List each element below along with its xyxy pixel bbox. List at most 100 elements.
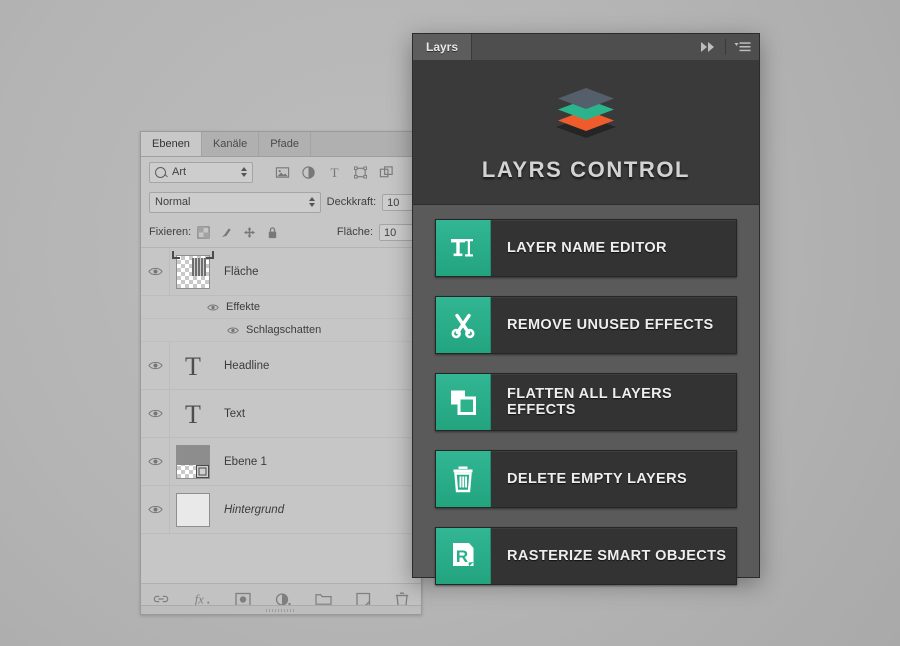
scissors-icon: [436, 297, 491, 353]
tab-pfade[interactable]: Pfade: [259, 132, 311, 156]
link-icon[interactable]: [153, 592, 169, 606]
layer-name: Text: [224, 407, 246, 420]
rasterize-page-icon: R: [436, 528, 491, 584]
tab-kanaele-label: Kanäle: [212, 138, 248, 150]
lock-all-icon[interactable]: [266, 226, 279, 239]
opacity-label: Deckkraft:: [326, 196, 377, 208]
blend-mode-select[interactable]: Normal: [149, 191, 321, 213]
layer-thumbnail: [172, 250, 214, 289]
trash-icon: [436, 451, 491, 507]
smart-object-badge-icon: [196, 464, 209, 478]
eye-icon[interactable]: [207, 303, 219, 312]
tab-bar-filler: [472, 34, 691, 60]
tab-layrs[interactable]: Layrs: [413, 34, 473, 60]
delete-empty-layers-button[interactable]: DELETE EMPTY LAYERS: [435, 450, 737, 508]
tab-ebenen-label: Ebenen: [152, 138, 190, 150]
double-chevron-right-icon: [701, 42, 714, 52]
layer-name: Ebene 1: [224, 455, 267, 468]
layrs-action-list: LAYER NAME EDITOR REMOVE UNUSED EFFECTS: [413, 205, 759, 585]
layer-thumbnail-cell: [169, 248, 216, 295]
lock-position-icon[interactable]: [243, 226, 256, 239]
photoshop-layers-panel: Ebenen Kanäle Pfade Art T Normal Deckkra…: [140, 131, 422, 615]
blend-mode-row: Normal Deckkraft: 10: [141, 187, 421, 217]
panel-menu-icon: [734, 42, 751, 52]
layer-list: Fläche Effekte Schlagschatten T Headline: [141, 248, 421, 534]
tab-ebenen[interactable]: Ebenen: [141, 132, 202, 156]
layer-thumbnail-cell: T: [169, 390, 216, 437]
table-row[interactable]: Fläche: [141, 248, 421, 296]
table-row[interactable]: T Text: [141, 390, 421, 438]
layer-thumbnail-cell: [169, 486, 216, 533]
fill-label: Fläche:: [336, 226, 373, 238]
layer-name: Hintergrund: [224, 503, 285, 516]
tab-bar-filler: [311, 132, 421, 156]
type-layer-icon: T: [185, 400, 201, 429]
eye-icon[interactable]: [141, 360, 169, 371]
screen: Ebenen Kanäle Pfade Art T Normal Deckkra…: [0, 0, 900, 646]
svg-text:R: R: [456, 547, 468, 566]
remove-unused-effects-label: REMOVE UNUSED EFFECTS: [507, 317, 714, 333]
lock-label: Fixieren:: [149, 226, 192, 238]
image-filter-icon[interactable]: [275, 165, 290, 180]
layer-effects-label: Effekte: [226, 301, 261, 313]
layer-thumbnail: [176, 492, 210, 527]
type-filter-icon[interactable]: T: [327, 165, 342, 180]
lock-icon-group: [197, 225, 279, 239]
filter-icon-group: T: [275, 165, 394, 180]
rasterize-smart-objects-label: RASTERIZE SMART OBJECTS: [507, 548, 727, 564]
layer-thumbnail: [176, 444, 210, 479]
eye-icon[interactable]: [141, 504, 169, 515]
tab-pfade-label: Pfade: [270, 138, 299, 150]
remove-unused-effects-button[interactable]: REMOVE UNUSED EFFECTS: [435, 296, 737, 354]
svg-text:T: T: [185, 352, 201, 381]
rasterize-smart-objects-button[interactable]: R RASTERIZE SMART OBJECTS: [435, 527, 737, 585]
eye-icon[interactable]: [141, 266, 169, 277]
layer-thumbnail-cell: T: [169, 342, 216, 389]
layer-name: Fläche: [224, 265, 259, 278]
lock-transparency-icon[interactable]: [197, 225, 210, 239]
layer-filter-row: Art T: [141, 157, 421, 187]
layrs-branding-header: LAYRS CONTROL: [413, 61, 759, 205]
lock-image-icon[interactable]: [220, 226, 233, 239]
layer-effect-item[interactable]: Schlagschatten: [141, 319, 421, 342]
table-row[interactable]: Hintergrund: [141, 486, 421, 534]
adjustment-filter-icon[interactable]: [301, 165, 316, 180]
shape-filter-icon[interactable]: [353, 165, 368, 180]
panel-resize-grip[interactable]: [141, 605, 421, 614]
flatten-squares-icon: [436, 374, 491, 430]
delete-empty-layers-label: DELETE EMPTY LAYERS: [507, 471, 688, 487]
layrs-control-panel: Layrs LAYRS CONTROL LAYER NAME EDITOR RE…: [412, 33, 760, 585]
layer-name-editor-button[interactable]: LAYER NAME EDITOR: [435, 219, 737, 277]
eye-icon[interactable]: [141, 456, 169, 467]
chevron-updown-icon[interactable]: [308, 197, 315, 207]
table-row[interactable]: Ebene 1: [141, 438, 421, 486]
table-row[interactable]: T Headline: [141, 342, 421, 390]
search-icon: [155, 166, 166, 178]
opacity-value[interactable]: 10: [382, 193, 413, 211]
layrs-tab-bar: Layrs: [413, 34, 759, 61]
new-group-icon[interactable]: [315, 592, 332, 606]
flatten-all-layers-effects-button[interactable]: FLATTEN ALL LAYERS EFFECTS: [435, 373, 737, 431]
fill-value[interactable]: 10: [379, 223, 413, 241]
panel-tab-bar: Ebenen Kanäle Pfade: [141, 132, 421, 157]
layer-name: Headline: [224, 359, 270, 372]
smart-object-filter-icon[interactable]: [379, 165, 394, 180]
eye-icon[interactable]: [141, 408, 169, 419]
panel-menu-button[interactable]: [726, 34, 759, 60]
layer-filter-select[interactable]: Art: [149, 161, 253, 183]
svg-text:T: T: [185, 400, 201, 429]
layer-filter-value: Art: [172, 166, 187, 178]
layer-effect-label: Schlagschatten: [246, 324, 322, 336]
blend-mode-value: Normal: [155, 196, 191, 208]
type-layer-icon: T: [185, 352, 201, 381]
layer-effects-group[interactable]: Effekte: [141, 296, 421, 319]
chevron-updown-icon[interactable]: [241, 167, 247, 177]
collapse-button[interactable]: [691, 34, 725, 60]
text-cursor-icon: [436, 220, 491, 276]
eye-icon[interactable]: [227, 326, 239, 335]
lock-row: Fixieren: Fläche: 10: [141, 217, 421, 247]
page-title: LAYRS CONTROL: [481, 157, 691, 182]
layers-stack-logo: [550, 86, 622, 147]
layer-thumbnail-cell: [169, 438, 216, 485]
tab-kanaele[interactable]: Kanäle: [202, 132, 260, 156]
